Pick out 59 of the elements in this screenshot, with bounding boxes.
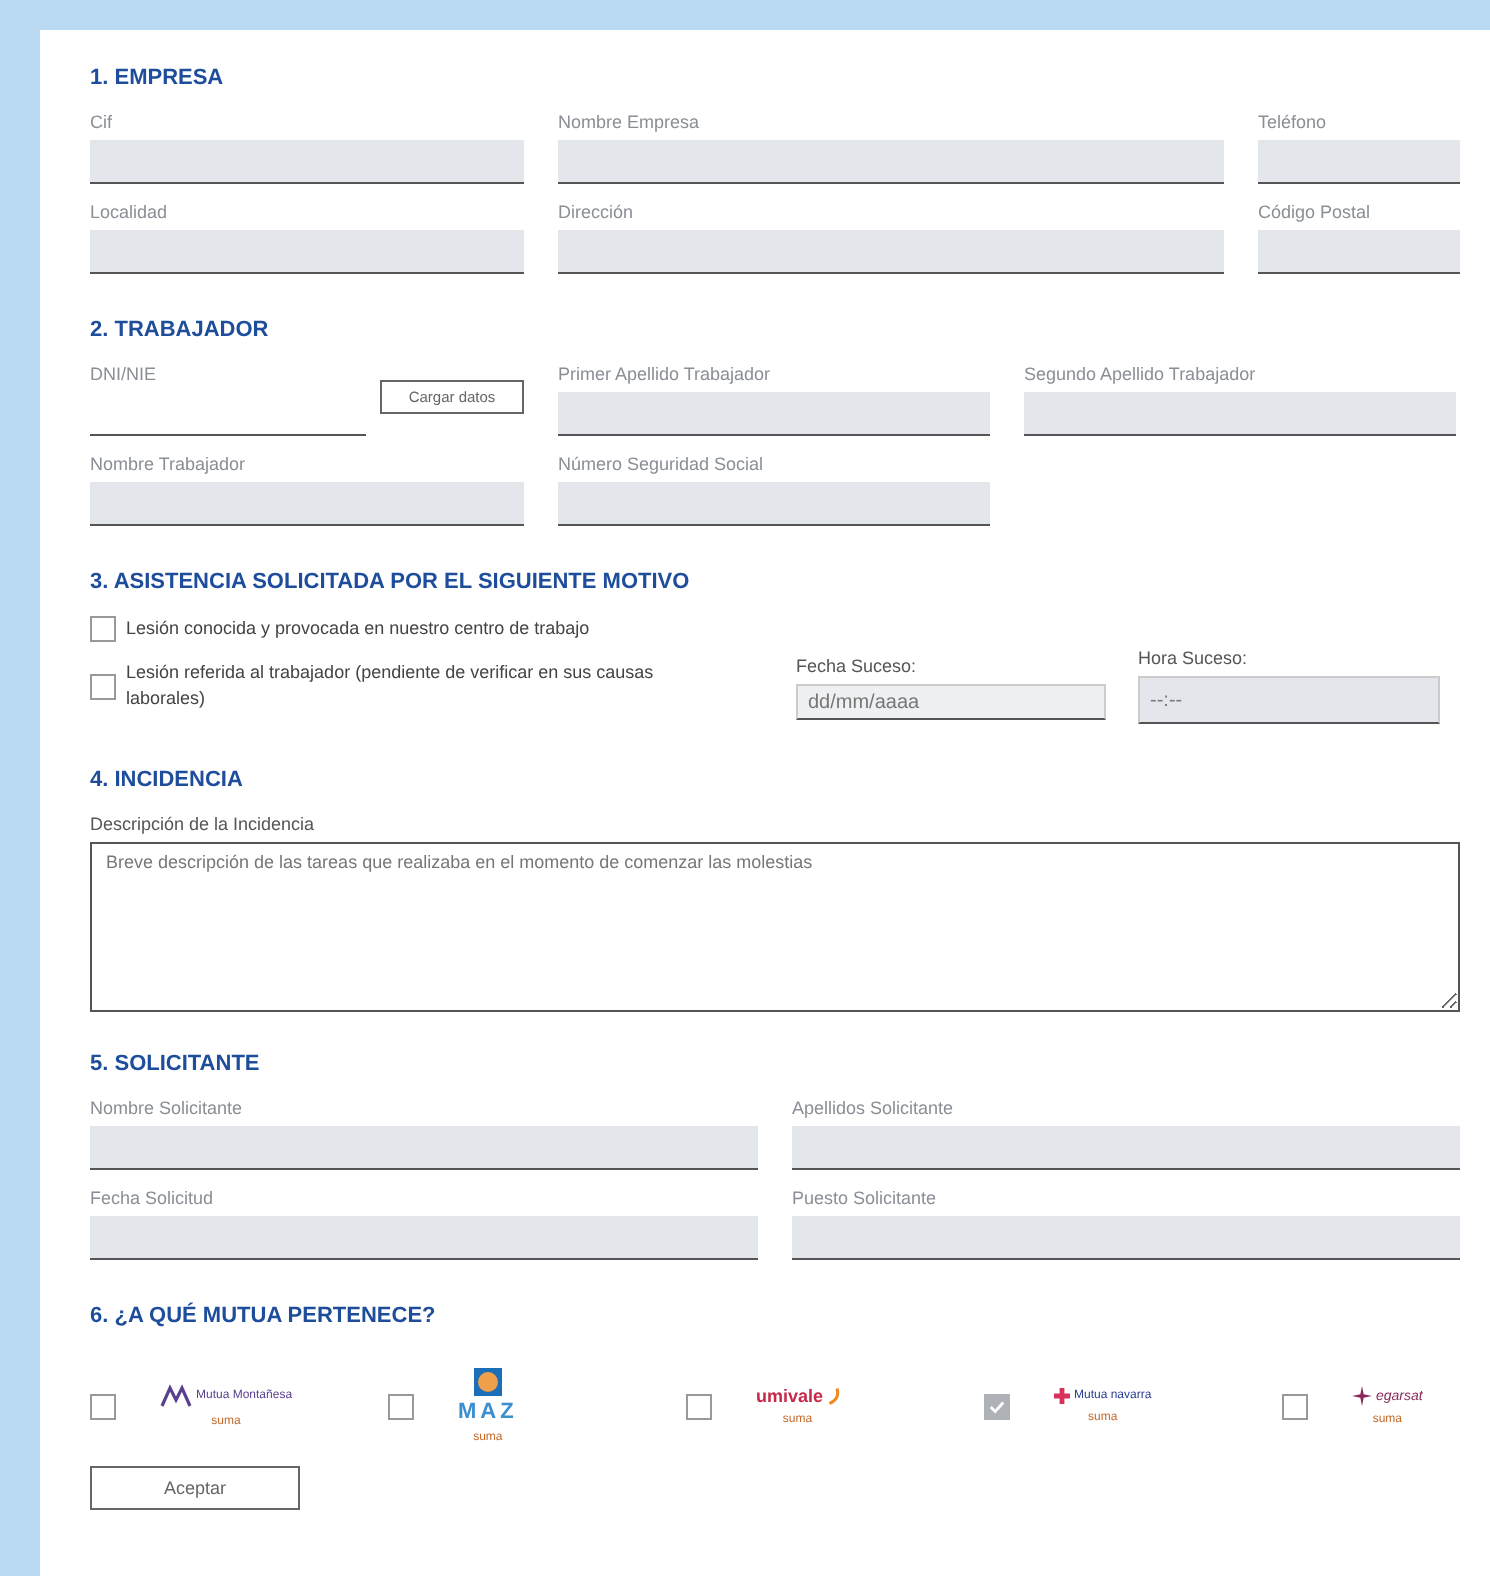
field-label: Localidad <box>90 202 168 222</box>
field-label: Nombre Solicitante <box>90 1098 243 1118</box>
logo-name: umivale <box>756 1386 824 1406</box>
section-title: 1. EMPRESA <box>90 66 226 90</box>
field-label: Fecha Solicitud <box>90 1188 214 1208</box>
swoosh-icon <box>827 1386 840 1406</box>
checkbox[interactable] <box>90 673 116 699</box>
checkbox[interactable] <box>90 616 116 642</box>
field-label: Hora Suceso: <box>1138 648 1248 668</box>
field-label: Dirección <box>558 202 634 222</box>
checkbox[interactable] <box>388 1393 414 1419</box>
field-label: Segundo Apellido Trabajador <box>1024 364 1256 384</box>
input-field[interactable] <box>558 140 1224 184</box>
section-title: 5. SOLICITANTE <box>90 1052 262 1076</box>
input-field[interactable] <box>90 230 524 274</box>
input-field[interactable] <box>90 482 524 526</box>
input-field[interactable] <box>90 1126 758 1170</box>
section-title: 4. INCIDENCIA <box>90 768 245 792</box>
field-label: Puesto Solicitante <box>792 1188 937 1208</box>
section-title: 2. TRABAJADOR <box>90 318 271 342</box>
field-label: Nombre Empresa <box>558 112 700 132</box>
mountain-icon <box>160 1384 192 1408</box>
input-field[interactable] <box>792 1216 1460 1260</box>
field-label: Teléfono <box>1258 112 1327 132</box>
checkbox[interactable] <box>984 1393 1010 1419</box>
checkbox[interactable] <box>686 1393 712 1419</box>
star-icon <box>1352 1386 1372 1406</box>
checkbox[interactable] <box>90 1393 116 1419</box>
field-label: Fecha Suceso: <box>796 656 917 676</box>
time-field[interactable]: --:-- <box>1138 676 1440 724</box>
field-label: Cif <box>90 112 112 132</box>
date-field[interactable]: dd/mm/aaaa <box>796 684 1106 720</box>
check-icon <box>988 1397 1006 1415</box>
input-field[interactable] <box>792 1126 1460 1170</box>
field-label: Primer Apellido Trabajador <box>558 364 771 384</box>
input-field[interactable] <box>558 482 990 526</box>
field-label: Código Postal <box>1258 202 1371 222</box>
input-field[interactable] <box>1258 230 1460 274</box>
accept-button[interactable]: Aceptar <box>90 1466 300 1510</box>
field-label: DNI/NIE <box>90 364 157 384</box>
input-field[interactable] <box>558 230 1224 274</box>
section-title: 3. ASISTENCIA SOLICITADA POR EL SIGUIENTE MOTIVO <box>90 570 692 594</box>
input-field[interactable] <box>558 392 990 436</box>
field-label: Descripción de la Incidencia <box>90 814 315 834</box>
field-label: Apellidos Solicitante <box>792 1098 954 1118</box>
input-field[interactable] <box>1024 392 1456 436</box>
cross-icon <box>1054 1388 1070 1404</box>
field-label: Nombre Trabajador <box>90 454 246 474</box>
input-field[interactable] <box>1258 140 1460 184</box>
description-textarea[interactable]: Breve descripción de las tareas que realizaba en el momento de comenzar las molestias <box>90 842 1460 1012</box>
input-field[interactable] <box>90 140 524 184</box>
field-label: Número Seguridad Social <box>558 454 764 474</box>
option-label: Lesión referida al trabajador (pendiente de verificar en sus causas laborales) <box>126 660 656 712</box>
section-title: 6. ¿A QUÉ MUTUA PERTENECE? <box>90 1304 438 1328</box>
logo-name: MAZ <box>458 1400 518 1424</box>
option-label: Lesión conocida y provocada en nuestro centro de trabajo <box>126 616 592 642</box>
checkbox[interactable] <box>1282 1393 1308 1419</box>
sun-icon <box>473 1368 502 1396</box>
input-field[interactable] <box>90 1216 758 1260</box>
